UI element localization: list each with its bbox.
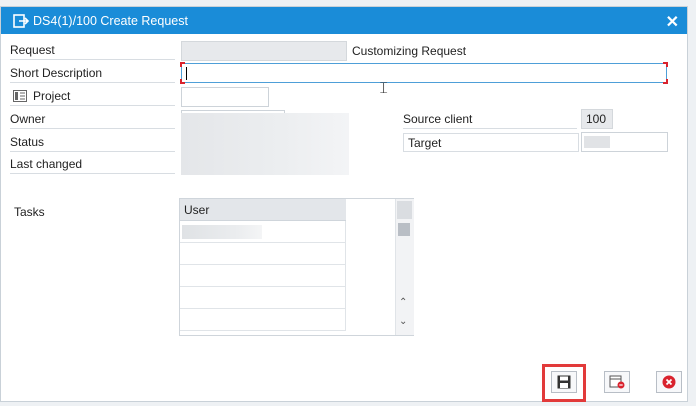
source-client-value: 100	[581, 109, 613, 129]
status-label: Status	[10, 133, 175, 152]
table-row[interactable]	[180, 243, 346, 265]
window-title: DS4(1)/100 Create Request	[33, 13, 188, 28]
table-row[interactable]	[180, 309, 346, 331]
cancel-button[interactable]	[656, 371, 682, 393]
cancel-icon	[662, 375, 676, 389]
user-column-header[interactable]: User	[180, 199, 346, 221]
close-icon[interactable]: ✕	[666, 12, 679, 32]
request-label: Request	[10, 41, 175, 60]
owner-label: Owner	[10, 110, 175, 129]
scroll-up-icon[interactable]: ⌃	[399, 297, 407, 308]
target-input[interactable]	[581, 132, 668, 152]
last-changed-label: Last changed	[10, 155, 175, 174]
transport-request-icon	[13, 13, 29, 28]
project-icon	[13, 90, 27, 102]
request-type-text: Customizing Request	[352, 44, 467, 58]
table-row[interactable]	[180, 287, 346, 309]
table-row[interactable]	[180, 265, 346, 287]
save-button[interactable]	[551, 371, 577, 393]
tasks-scrollbar[interactable]: ⌃ ⌄	[395, 199, 414, 335]
redacted-user	[182, 225, 262, 239]
tasks-table: User ⌃ ⌄	[179, 198, 414, 336]
delete-button[interactable]	[604, 371, 630, 393]
mouse-ibeam-cursor-icon: 𝙸	[378, 80, 390, 97]
short-description-input[interactable]	[180, 62, 668, 84]
title-bar: DS4(1)/100 Create Request ✕	[1, 7, 687, 34]
redacted-owner-status-values	[181, 113, 349, 175]
project-label: Project	[33, 88, 71, 103]
scroll-down-icon[interactable]: ⌄	[399, 316, 407, 327]
target-label: Target	[403, 133, 579, 152]
create-request-dialog: DS4(1)/100 Create Request ✕ Request Cust…	[0, 6, 688, 402]
delete-icon	[609, 375, 625, 389]
redacted-target-value	[584, 136, 610, 148]
request-number-field	[181, 41, 347, 61]
source-client-label: Source client	[403, 110, 577, 129]
project-label-row[interactable]: Project	[10, 87, 175, 106]
short-description-label: Short Description	[10, 64, 175, 83]
save-icon	[557, 375, 571, 389]
project-input[interactable]	[181, 87, 269, 107]
text-caret	[186, 67, 187, 80]
scrollbar-thumb[interactable]	[398, 223, 410, 236]
table-row[interactable]	[180, 221, 346, 243]
tasks-label: Tasks	[14, 205, 45, 219]
